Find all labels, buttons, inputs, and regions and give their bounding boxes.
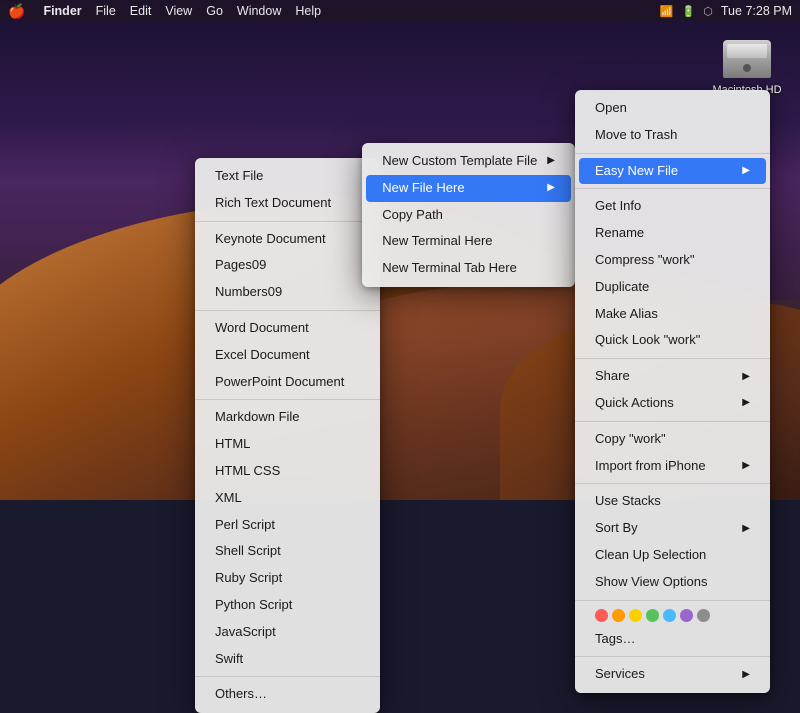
tag-red[interactable] bbox=[595, 609, 608, 622]
menubar: 🍎 Finder File Edit View Go Window Help 📶… bbox=[0, 0, 800, 22]
menu-html[interactable]: HTML bbox=[195, 431, 380, 458]
menu-clean-up[interactable]: Clean Up Selection bbox=[575, 542, 770, 569]
menu-python[interactable]: Python Script bbox=[195, 592, 380, 619]
menu-markdown[interactable]: Markdown File bbox=[195, 404, 380, 431]
menu-copy-path[interactable]: Copy Path bbox=[362, 202, 575, 229]
sep5 bbox=[575, 483, 770, 484]
sep7 bbox=[575, 656, 770, 657]
menu-xml[interactable]: XML bbox=[195, 485, 380, 512]
menu-go[interactable]: Go bbox=[206, 4, 223, 18]
app-name[interactable]: Finder bbox=[43, 4, 81, 18]
tag-yellow[interactable] bbox=[629, 609, 642, 622]
submenu-arrow2: ▶ bbox=[547, 180, 555, 196]
battery-icon: 🔋 bbox=[682, 5, 696, 18]
sep1 bbox=[575, 153, 770, 154]
menu-javascript[interactable]: JavaScript bbox=[195, 619, 380, 646]
menu-shell[interactable]: Shell Script bbox=[195, 538, 380, 565]
tag-purple[interactable] bbox=[680, 609, 693, 622]
menu-rename[interactable]: Rename bbox=[575, 220, 770, 247]
menu-share[interactable]: Share ▶ bbox=[575, 363, 770, 390]
macintosh-hd-icon[interactable]: Macintosh HD bbox=[712, 38, 782, 96]
menu-view[interactable]: View bbox=[165, 4, 192, 18]
arrow-services: ▶ bbox=[742, 667, 750, 683]
menu-compress[interactable]: Compress "work" bbox=[575, 247, 770, 274]
menu-numbers[interactable]: Numbers09 bbox=[195, 279, 380, 306]
arrow-sort: ▶ bbox=[742, 521, 750, 537]
menu-duplicate[interactable]: Duplicate bbox=[575, 274, 770, 301]
menu-help[interactable]: Help bbox=[295, 4, 321, 18]
menu-html-css[interactable]: HTML CSS bbox=[195, 458, 380, 485]
menubar-left: 🍎 Finder File Edit View Go Window Help bbox=[8, 3, 321, 20]
menu-perl[interactable]: Perl Script bbox=[195, 512, 380, 539]
main-context-menu: Open Move to Trash Easy New File ▶ Get I… bbox=[575, 90, 770, 693]
menu-copy-work[interactable]: Copy "work" bbox=[575, 426, 770, 453]
menu-window[interactable]: Window bbox=[237, 4, 281, 18]
separator2 bbox=[195, 310, 380, 311]
menu-tag-dots-row bbox=[575, 605, 770, 626]
tag-blue[interactable] bbox=[663, 609, 676, 622]
menubar-right: 📶 🔋 ⬡ Tue 7:28 PM bbox=[660, 4, 792, 18]
submenu-new-file-here: Text File Rich Text Document Keynote Doc… bbox=[195, 158, 380, 713]
menu-tags[interactable]: Tags… bbox=[575, 626, 770, 653]
menu-rich-text[interactable]: Rich Text Document bbox=[195, 190, 380, 217]
hd-drive-graphic bbox=[723, 40, 771, 78]
menu-import-iphone[interactable]: Import from iPhone ▶ bbox=[575, 453, 770, 480]
hd-icon-img bbox=[723, 38, 771, 80]
menu-quick-actions[interactable]: Quick Actions ▶ bbox=[575, 390, 770, 417]
bluetooth-icon: ⬡ bbox=[703, 5, 713, 18]
apple-menu-icon[interactable]: 🍎 bbox=[8, 3, 25, 20]
menu-quick-look[interactable]: Quick Look "work" bbox=[575, 327, 770, 354]
menu-get-info[interactable]: Get Info bbox=[575, 193, 770, 220]
tag-green[interactable] bbox=[646, 609, 659, 622]
clock-display: Tue 7:28 PM bbox=[721, 4, 792, 18]
submenu-easy-new-file: New Custom Template File ▶ New File Here… bbox=[362, 143, 575, 287]
separator4 bbox=[195, 676, 380, 677]
menu-word[interactable]: Word Document bbox=[195, 315, 380, 342]
sep3 bbox=[575, 358, 770, 359]
separator bbox=[195, 221, 380, 222]
menu-new-file-here[interactable]: New File Here ▶ bbox=[366, 175, 571, 202]
sep4 bbox=[575, 421, 770, 422]
sep6 bbox=[575, 600, 770, 601]
menu-others[interactable]: Others… bbox=[195, 681, 380, 708]
menu-text-file[interactable]: Text File bbox=[195, 163, 380, 190]
menu-move-to-trash[interactable]: Move to Trash bbox=[575, 122, 770, 149]
arrow-import: ▶ bbox=[742, 458, 750, 474]
menu-sort-by[interactable]: Sort By ▶ bbox=[575, 515, 770, 542]
menu-open[interactable]: Open bbox=[575, 95, 770, 122]
menu-services[interactable]: Services ▶ bbox=[575, 661, 770, 688]
menu-keynote[interactable]: Keynote Document bbox=[195, 226, 380, 253]
sep2 bbox=[575, 188, 770, 189]
menu-new-terminal[interactable]: New Terminal Here bbox=[362, 228, 575, 255]
menu-easy-new-file[interactable]: Easy New File ▶ bbox=[579, 158, 766, 185]
menu-new-terminal-tab[interactable]: New Terminal Tab Here bbox=[362, 255, 575, 282]
menu-file[interactable]: File bbox=[96, 4, 116, 18]
menu-pages[interactable]: Pages09 bbox=[195, 252, 380, 279]
menu-excel[interactable]: Excel Document bbox=[195, 342, 380, 369]
tag-orange[interactable] bbox=[612, 609, 625, 622]
arrow-easy-new-file: ▶ bbox=[742, 163, 750, 179]
tag-color-dots bbox=[595, 609, 710, 622]
menu-custom-template[interactable]: New Custom Template File ▶ bbox=[362, 148, 575, 175]
menu-edit[interactable]: Edit bbox=[130, 4, 152, 18]
menu-show-view[interactable]: Show View Options bbox=[575, 569, 770, 596]
arrow-share: ▶ bbox=[742, 369, 750, 385]
separator3 bbox=[195, 399, 380, 400]
arrow-quick-actions: ▶ bbox=[742, 395, 750, 411]
menu-use-stacks[interactable]: Use Stacks bbox=[575, 488, 770, 515]
submenu-arrow: ▶ bbox=[547, 153, 555, 169]
menu-ruby[interactable]: Ruby Script bbox=[195, 565, 380, 592]
wifi-icon: 📶 bbox=[660, 5, 674, 18]
menu-swift[interactable]: Swift bbox=[195, 646, 380, 673]
menu-make-alias[interactable]: Make Alias bbox=[575, 301, 770, 328]
tag-gray[interactable] bbox=[697, 609, 710, 622]
menu-powerpoint[interactable]: PowerPoint Document bbox=[195, 369, 380, 396]
